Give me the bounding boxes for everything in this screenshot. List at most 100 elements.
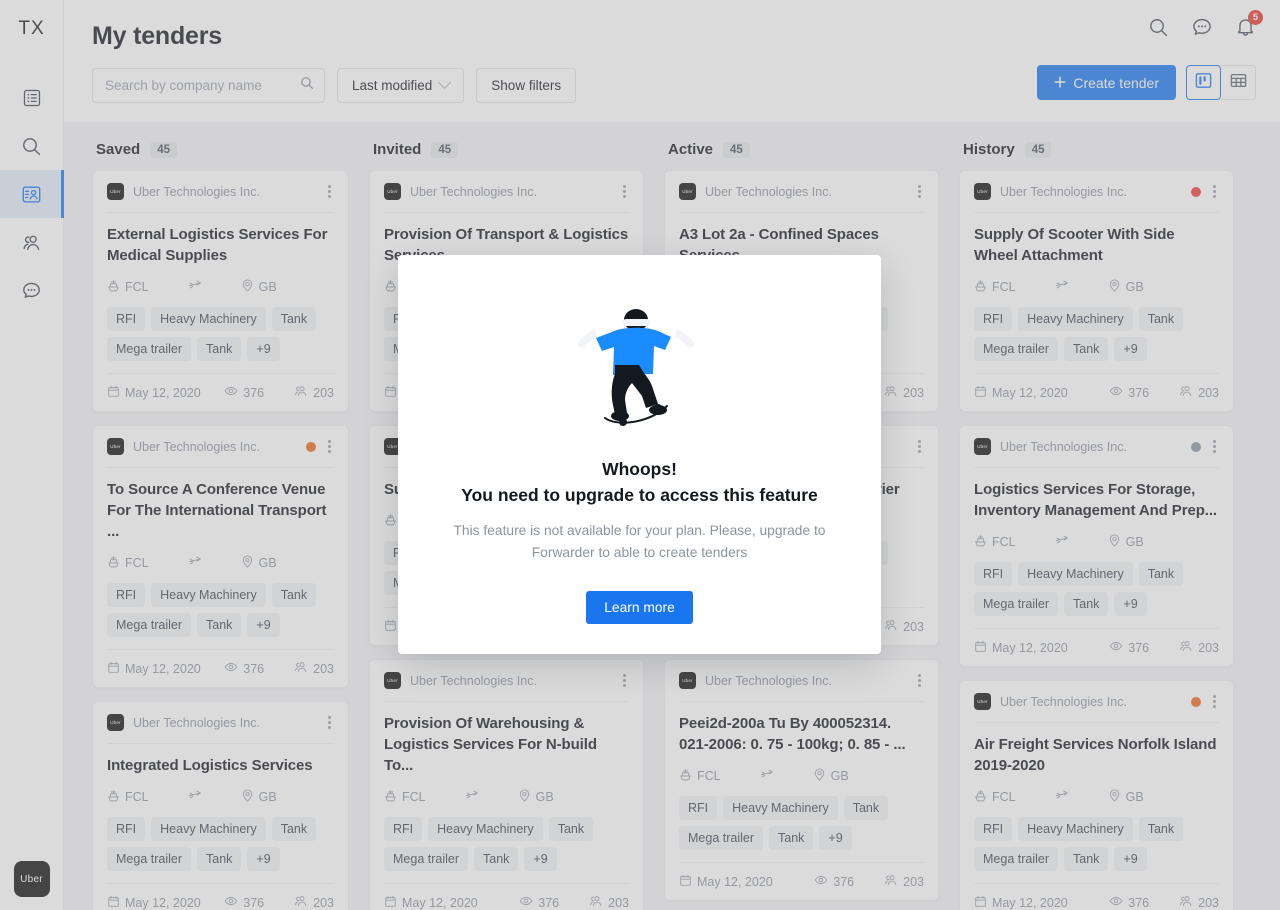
tender-tag[interactable]: Tank bbox=[1138, 562, 1184, 586]
tender-card[interactable]: Uber Uber Technologies Inc. To Source A Co… bbox=[92, 425, 349, 688]
users-icon bbox=[1179, 639, 1193, 656]
users-icon bbox=[1179, 894, 1193, 910]
shipping-mode-label: FCL bbox=[125, 279, 149, 294]
tender-tag[interactable]: Tank bbox=[271, 307, 317, 331]
tender-tag[interactable]: Mega trailer bbox=[107, 847, 191, 871]
sidebar-item-list-view[interactable] bbox=[0, 74, 64, 122]
tender-tag[interactable]: +9 bbox=[247, 613, 280, 637]
tender-tag[interactable]: Tank bbox=[548, 817, 594, 841]
tender-tag[interactable]: Tank bbox=[197, 847, 242, 871]
tender-card[interactable]: Uber Uber Technologies Inc. External Logis… bbox=[92, 170, 349, 412]
tender-card[interactable]: Uber Uber Technologies Inc. Air Freight Se… bbox=[959, 680, 1234, 910]
tender-tag[interactable]: +9 bbox=[1114, 847, 1147, 871]
sidebar-item-messages[interactable] bbox=[0, 266, 64, 314]
tender-tag[interactable]: RFI bbox=[974, 307, 1013, 331]
tender-tag[interactable]: Heavy Machinery bbox=[151, 583, 266, 607]
card-menu-button[interactable] bbox=[915, 181, 924, 202]
ship-icon bbox=[384, 279, 397, 295]
column-header: Invited 45 bbox=[369, 141, 644, 170]
card-menu-button[interactable] bbox=[325, 436, 334, 457]
tender-card[interactable]: Uber Uber Technologies Inc. Provision Of W… bbox=[369, 659, 644, 910]
tender-tag[interactable]: +9 bbox=[1114, 592, 1147, 616]
tender-tag[interactable]: RFI bbox=[107, 583, 146, 607]
participants-count: 203 bbox=[1198, 895, 1219, 910]
tender-tag[interactable]: +9 bbox=[247, 337, 280, 361]
tender-tag[interactable]: +9 bbox=[524, 847, 557, 871]
calendar-icon bbox=[974, 895, 987, 910]
tender-tag[interactable]: Mega trailer bbox=[974, 337, 1058, 361]
brand-badge[interactable]: Uber bbox=[13, 861, 50, 897]
tender-card[interactable]: Uber Uber Technologies Inc. Supply Of Scoo… bbox=[959, 170, 1234, 412]
tender-tag[interactable]: RFI bbox=[974, 817, 1013, 841]
tender-tag[interactable]: Tank bbox=[197, 337, 242, 361]
tender-tag[interactable]: +9 bbox=[247, 847, 280, 871]
tender-tag[interactable]: Heavy Machinery bbox=[151, 307, 266, 331]
messages-button[interactable] bbox=[1191, 16, 1213, 43]
tender-tag[interactable]: Heavy Machinery bbox=[1018, 562, 1133, 586]
show-filters-button[interactable]: Show filters bbox=[476, 68, 577, 103]
country: GB bbox=[241, 788, 277, 805]
card-menu-button[interactable] bbox=[325, 712, 334, 733]
card-menu-button[interactable] bbox=[1210, 181, 1219, 202]
tender-tag[interactable]: Tank bbox=[1064, 592, 1109, 616]
card-menu-button[interactable] bbox=[620, 181, 629, 202]
tender-tag[interactable]: Mega trailer bbox=[974, 592, 1058, 616]
tender-tag[interactable]: Heavy Machinery bbox=[723, 796, 838, 820]
tender-tag[interactable]: Tank bbox=[474, 847, 519, 871]
sort-dropdown[interactable]: Last modified bbox=[337, 68, 465, 103]
card-menu-button[interactable] bbox=[915, 670, 924, 691]
tender-card[interactable]: Uber Uber Technologies Inc. Logistics Serv… bbox=[959, 425, 1234, 667]
tender-tag[interactable]: Tank bbox=[769, 826, 814, 850]
global-search-button[interactable] bbox=[1148, 17, 1169, 43]
create-tender-button[interactable]: Create tender bbox=[1037, 65, 1176, 100]
tender-tag[interactable]: Heavy Machinery bbox=[1018, 817, 1133, 841]
notifications-button[interactable]: 5 bbox=[1235, 10, 1263, 43]
tender-tag[interactable]: Tank bbox=[843, 796, 889, 820]
kanban-view-button[interactable] bbox=[1186, 65, 1221, 100]
search-input-wrapper[interactable] bbox=[92, 68, 325, 103]
tender-tag[interactable]: Mega trailer bbox=[974, 847, 1058, 871]
tender-tag[interactable]: Heavy Machinery bbox=[151, 817, 266, 841]
card-footer: May 12, 2020 376 203 bbox=[107, 373, 334, 411]
card-menu-button[interactable] bbox=[1210, 691, 1219, 712]
card-header: Uber Uber Technologies Inc. bbox=[107, 702, 334, 744]
company-name: Uber Technologies Inc. bbox=[1000, 184, 1127, 199]
tender-tag[interactable]: Heavy Machinery bbox=[1018, 307, 1133, 331]
tender-tag[interactable]: Tank bbox=[197, 613, 242, 637]
tender-tag[interactable]: Mega trailer bbox=[384, 847, 468, 871]
tender-tag[interactable]: RFI bbox=[974, 562, 1013, 586]
tender-tag[interactable]: Tank bbox=[1064, 847, 1109, 871]
tender-tag[interactable]: Tank bbox=[271, 583, 317, 607]
learn-more-button[interactable]: Learn more bbox=[586, 591, 693, 624]
modal-subheading: You need to upgrade to access this featu… bbox=[461, 485, 818, 505]
card-menu-button[interactable] bbox=[325, 181, 334, 202]
tender-tag[interactable]: RFI bbox=[679, 796, 718, 820]
tender-tag[interactable]: RFI bbox=[107, 817, 146, 841]
tender-card[interactable]: Uber Uber Technologies Inc. Peei2d-200a Tu… bbox=[664, 659, 939, 901]
sidebar-item-tenders[interactable] bbox=[0, 170, 64, 218]
tender-tag[interactable]: Mega trailer bbox=[107, 613, 191, 637]
calendar-icon bbox=[679, 874, 692, 890]
tender-tag[interactable]: RFI bbox=[107, 307, 146, 331]
tender-tag[interactable]: Tank bbox=[1138, 307, 1184, 331]
search-input[interactable] bbox=[105, 78, 294, 93]
tender-tag[interactable]: Tank bbox=[271, 817, 317, 841]
tender-tag[interactable]: Heavy Machinery bbox=[428, 817, 543, 841]
tender-tag[interactable]: +9 bbox=[1114, 337, 1147, 361]
sidebar-item-search[interactable] bbox=[0, 122, 64, 170]
card-menu-button[interactable] bbox=[1210, 436, 1219, 457]
tender-tag[interactable]: Mega trailer bbox=[107, 337, 191, 361]
participants-count: 203 bbox=[608, 895, 629, 910]
sidebar-item-partners[interactable] bbox=[0, 218, 64, 266]
tender-tag[interactable]: Mega trailer bbox=[679, 826, 763, 850]
tender-card[interactable]: Uber Uber Technologies Inc. Integrated Log… bbox=[92, 701, 349, 910]
tender-tag[interactable]: RFI bbox=[384, 817, 423, 841]
tender-tag[interactable]: +9 bbox=[819, 826, 852, 850]
card-menu-button[interactable] bbox=[915, 436, 924, 457]
tender-tag[interactable]: Tank bbox=[1138, 817, 1184, 841]
column-title: Active bbox=[668, 141, 714, 158]
tender-tag[interactable]: Tank bbox=[1064, 337, 1109, 361]
card-menu-button[interactable] bbox=[620, 670, 629, 691]
table-view-button[interactable] bbox=[1221, 65, 1256, 100]
eye-icon bbox=[814, 873, 828, 890]
